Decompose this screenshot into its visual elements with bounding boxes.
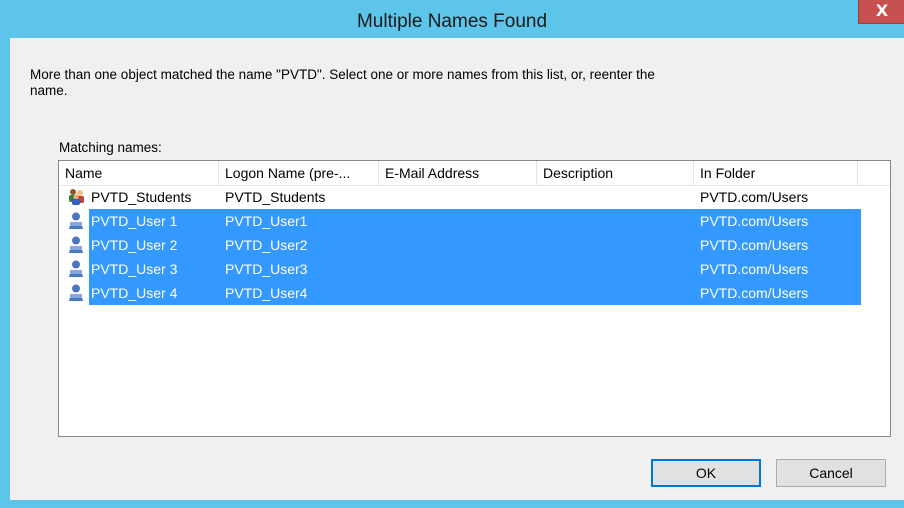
user-icon	[67, 236, 87, 254]
cell-in-folder: PVTD.com/Users	[700, 189, 809, 205]
window-title: Multiple Names Found	[356, 11, 548, 32]
cell-logon-name: PVTD_User4	[225, 285, 308, 301]
dialog-body: More than one object matched the name "P…	[10, 38, 904, 500]
row-cells: PVTD_Students PVTD_Students PVTD.com/Users	[89, 185, 861, 209]
column-header-email[interactable]: E-Mail Address	[379, 161, 537, 185]
title-bar: Multiple Names Found X	[0, 0, 904, 38]
table-row[interactable]: PVTD_User 4 PVTD_User4 PVTD.com/Users	[59, 281, 890, 305]
row-cells: PVTD_User 3 PVTD_User3 PVTD.com/Users	[89, 257, 861, 281]
cell-logon-name: PVTD_User2	[225, 237, 308, 253]
ok-button[interactable]: OK	[651, 459, 761, 487]
cell-in-folder: PVTD.com/Users	[700, 237, 809, 253]
cell-logon-name: PVTD_User1	[225, 213, 308, 229]
user-icon	[67, 260, 87, 278]
cell-name: PVTD_User 1	[91, 213, 178, 229]
column-header-in-folder[interactable]: In Folder	[694, 161, 858, 185]
cell-in-folder: PVTD.com/Users	[700, 213, 809, 229]
row-cells: PVTD_User 2 PVTD_User2 PVTD.com/Users	[89, 233, 861, 257]
cell-name: PVTD_Students	[91, 189, 192, 205]
cell-logon-name: PVTD_Students	[225, 189, 326, 205]
close-button[interactable]: X	[858, 0, 904, 24]
table-row[interactable]: PVTD_Students PVTD_Students PVTD.com/Users	[59, 185, 890, 209]
cell-name: PVTD_User 3	[91, 261, 178, 277]
table-row[interactable]: PVTD_User 3 PVTD_User3 PVTD.com/Users	[59, 257, 890, 281]
column-header-logon-name[interactable]: Logon Name (pre-...	[219, 161, 379, 185]
column-header-description[interactable]: Description	[537, 161, 694, 185]
cell-in-folder: PVTD.com/Users	[700, 285, 809, 301]
row-cells: PVTD_User 1 PVTD_User1 PVTD.com/Users	[89, 209, 861, 233]
table-row[interactable]: PVTD_User 2 PVTD_User2 PVTD.com/Users	[59, 233, 890, 257]
user-icon	[67, 212, 87, 230]
cell-name: PVTD_User 4	[91, 285, 178, 301]
group-icon	[67, 188, 87, 206]
table-row[interactable]: PVTD_User 1 PVTD_User1 PVTD.com/Users	[59, 209, 890, 233]
message-text: More than one object matched the name "P…	[30, 67, 655, 98]
matching-names-label: Matching names:	[59, 140, 162, 155]
cell-name: PVTD_User 2	[91, 237, 178, 253]
row-cells: PVTD_User 4 PVTD_User4 PVTD.com/Users	[89, 281, 861, 305]
cell-in-folder: PVTD.com/Users	[700, 261, 809, 277]
user-icon	[67, 284, 87, 302]
column-header-name[interactable]: Name	[59, 161, 219, 185]
list-header: Name Logon Name (pre-... E-Mail Address …	[59, 161, 890, 186]
cancel-button[interactable]: Cancel	[776, 459, 886, 487]
cell-logon-name: PVTD_User3	[225, 261, 308, 277]
matching-names-list[interactable]: Name Logon Name (pre-... E-Mail Address …	[58, 160, 891, 437]
